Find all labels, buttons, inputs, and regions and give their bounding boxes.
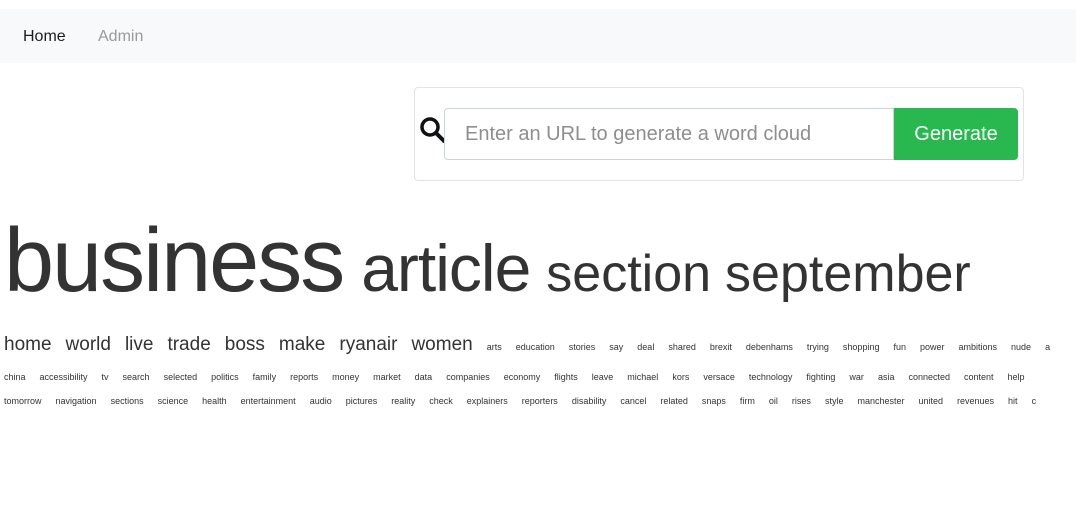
cloud-word: cancel: [620, 396, 647, 406]
cloud-word: boss: [224, 334, 265, 355]
cloud-word: oil: [768, 396, 778, 406]
cloud-word: brexit: [709, 342, 732, 352]
cloud-word: disability: [571, 396, 607, 406]
cloud-word: september: [725, 245, 971, 303]
cloud-word: family: [252, 372, 277, 382]
cloud-word: connected: [908, 372, 950, 382]
cloud-word: fighting: [806, 372, 836, 382]
cloud-word: entertainment: [240, 396, 296, 406]
cloud-word: money: [332, 372, 360, 382]
cloud-word: shopping: [842, 342, 880, 352]
cloud-word: arts: [486, 342, 502, 352]
navbar: Home Admin: [0, 9, 1076, 63]
cloud-word: sections: [110, 396, 144, 406]
cloud-word: manchester: [857, 396, 905, 406]
cloud-word: snaps: [701, 396, 726, 406]
cloud-word: trade: [167, 334, 211, 355]
cloud-word: reality: [391, 396, 416, 406]
cloud-word: reporters: [521, 396, 558, 406]
cloud-word: related: [660, 396, 688, 406]
generate-button[interactable]: Generate: [894, 108, 1018, 160]
cloud-word: flights: [554, 372, 578, 382]
cloud-word: say: [609, 342, 624, 352]
cloud-word: live: [124, 334, 154, 355]
cloud-word: education: [515, 342, 555, 352]
cloud-word: selected: [163, 372, 198, 382]
cloud-word: firm: [739, 396, 755, 406]
cloud-word: make: [278, 334, 326, 355]
cloud-word: help: [1007, 372, 1025, 382]
cloud-line-2: home world live trade boss make ryanair women ar…: [4, 334, 1064, 358]
cloud-word: rises: [791, 396, 811, 406]
cloud-word: united: [918, 396, 944, 406]
nav-admin-link[interactable]: Admin: [98, 27, 143, 47]
cloud-word: ambitions: [958, 342, 998, 352]
word-cloud: business article section september home worl…: [4, 210, 1076, 530]
cloud-line-4: tomorrow navigation sections science health e…: [4, 391, 1050, 407]
cloud-word: asia: [877, 372, 895, 382]
cloud-word: deal: [637, 342, 655, 352]
cloud-word: hit: [1008, 396, 1018, 406]
cloud-word: article: [361, 231, 531, 305]
cloud-word: market: [373, 372, 401, 382]
cloud-word: war: [849, 372, 864, 382]
nav-home-link[interactable]: Home: [23, 27, 66, 47]
cloud-word: power: [919, 342, 945, 352]
cloud-word: content: [964, 372, 994, 382]
cloud-word: tv: [101, 372, 109, 382]
cloud-line-3: china accessibility tv search selected politi…: [4, 367, 1039, 383]
cloud-word: science: [157, 396, 189, 406]
cloud-word: stories: [568, 342, 596, 352]
cloud-word: michael: [627, 372, 659, 382]
cloud-word: world: [65, 334, 111, 355]
cloud-word: check: [429, 396, 453, 406]
cloud-word: health: [202, 396, 227, 406]
cloud-word: home: [4, 334, 52, 355]
cloud-word: trying: [806, 342, 829, 352]
search-icon: [420, 117, 446, 143]
cloud-word: accessibility: [39, 372, 88, 382]
cloud-small-words: arts education stories say deal shared brexit d…: [487, 337, 1064, 354]
cloud-word: explainers: [466, 396, 508, 406]
cloud-word: kors: [672, 372, 690, 382]
cloud-word: revenues: [957, 396, 995, 406]
cloud-word: audio: [309, 396, 332, 406]
cloud-word: companies: [446, 372, 490, 382]
cloud-word: technology: [748, 372, 793, 382]
cloud-word: shared: [668, 342, 696, 352]
cloud-line-1: business article section september: [4, 210, 985, 311]
cloud-word: a: [1045, 342, 1051, 352]
cloud-word: economy: [503, 372, 541, 382]
cloud-word: nude: [1011, 342, 1032, 352]
cloud-word: business: [4, 211, 345, 311]
cloud-word: politics: [211, 372, 239, 382]
cloud-word: style: [824, 396, 844, 406]
cloud-word: women: [411, 334, 473, 355]
cloud-word: pictures: [345, 396, 378, 406]
cloud-word: data: [414, 372, 433, 382]
url-input[interactable]: [444, 108, 894, 160]
cloud-word: ryanair: [339, 334, 398, 355]
cloud-word: versace: [703, 372, 735, 382]
cloud-word: section: [546, 245, 712, 303]
cloud-word: search: [122, 372, 150, 382]
cloud-word: fun: [893, 342, 906, 352]
cloud-word: c: [1031, 396, 1037, 406]
cloud-word: leave: [591, 372, 614, 382]
cloud-word: debenhams: [745, 342, 793, 352]
cloud-word: tomorrow: [4, 396, 42, 406]
cloud-word: china: [4, 372, 26, 382]
cloud-word: reports: [290, 372, 319, 382]
cloud-word: navigation: [55, 396, 97, 406]
